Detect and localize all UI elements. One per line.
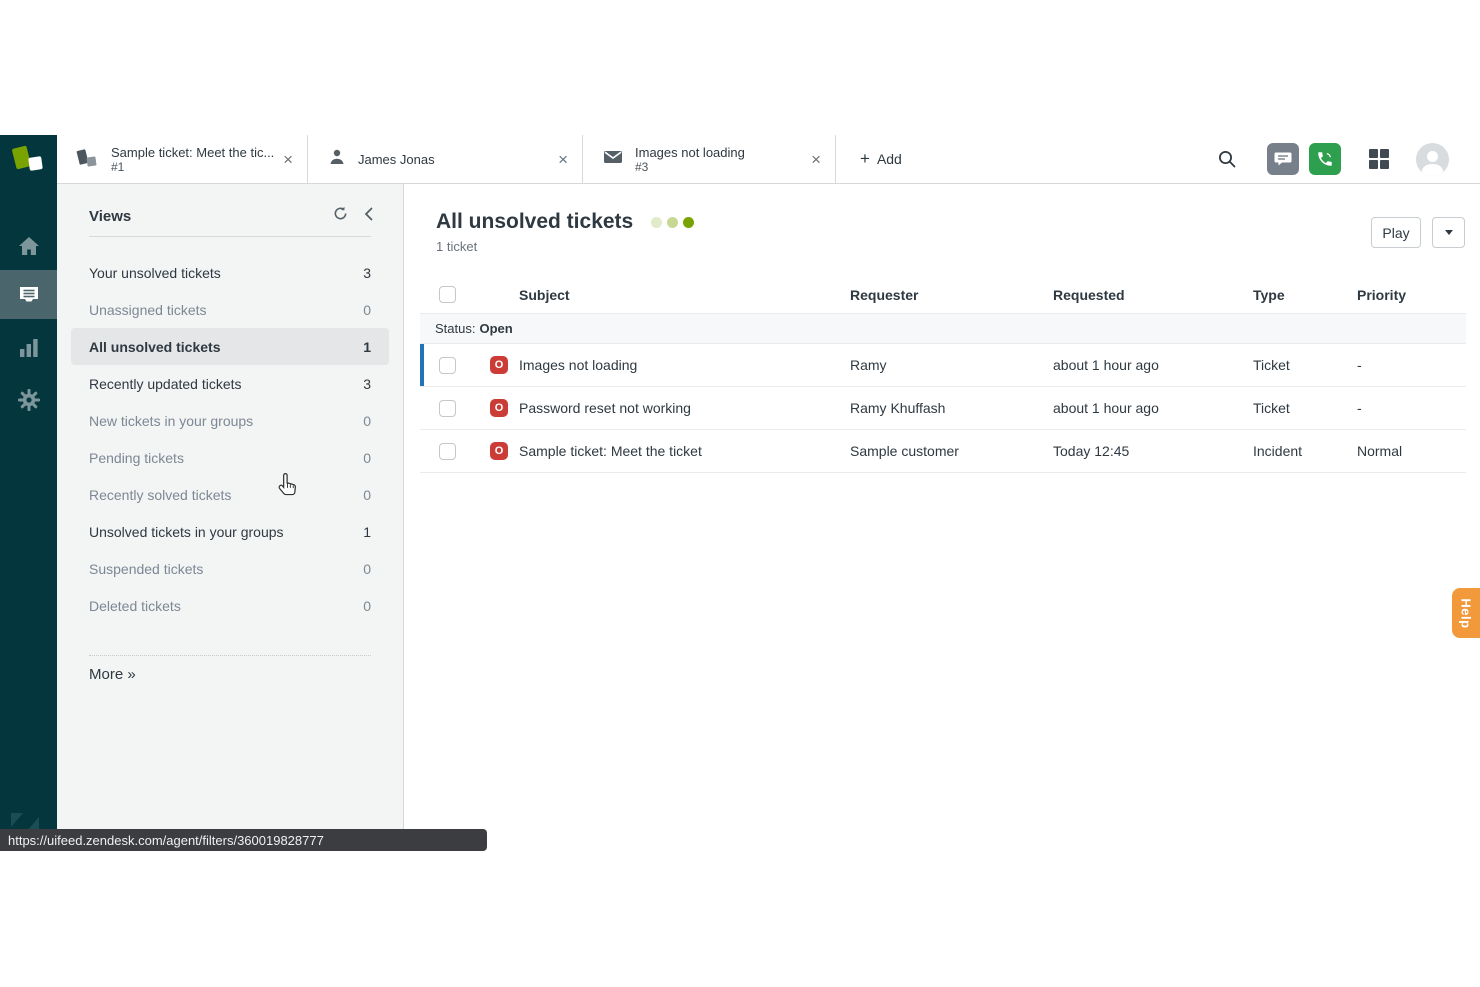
table-row[interactable]: O Images not loading Ramy about 1 hour ag…: [420, 344, 1466, 387]
more-divider: [89, 655, 371, 656]
view-item-pending[interactable]: Pending tickets0: [71, 439, 389, 476]
tab-james-jonas[interactable]: James Jonas ×: [308, 135, 583, 183]
tickets-table: Subject Requester Requested Type Priorit…: [420, 276, 1466, 473]
person-icon: [328, 148, 346, 171]
search-icon[interactable]: [1217, 149, 1237, 169]
view-item-unassigned[interactable]: Unassigned tickets0: [71, 291, 389, 328]
more-views-link[interactable]: More »: [89, 666, 136, 683]
admin-gear-icon[interactable]: [0, 375, 57, 424]
ticket-product-icon: [77, 148, 99, 170]
views-list: Your unsolved tickets3 Unassigned ticket…: [57, 254, 403, 624]
column-header-requester: Requester: [850, 287, 1053, 303]
views-divider: [89, 236, 371, 237]
open-status-badge: O: [490, 442, 508, 460]
row-checkbox[interactable]: [439, 400, 456, 417]
views-panel: Views Your unsolved tickets3 Unassigned …: [57, 184, 404, 851]
ticket-type: Ticket: [1253, 400, 1357, 416]
tab-title: Images not loading: [635, 145, 803, 160]
tab-subtitle: #3: [635, 160, 803, 174]
chat-icon[interactable]: [1267, 143, 1299, 175]
ticket-subject: Images not loading: [519, 357, 637, 373]
reports-icon[interactable]: [0, 323, 57, 372]
top-bar: Sample ticket: Meet the tic... #1 × Jame…: [0, 135, 1480, 184]
tab-title: Sample ticket: Meet the tic...: [111, 145, 275, 160]
product-logo-white-shape: [28, 156, 43, 171]
main-content: All unsolved tickets 1 ticket Play Subje…: [404, 184, 1480, 851]
ticket-requester: Ramy Khuffash: [850, 400, 1053, 416]
view-item-unsolved-in-groups[interactable]: Unsolved tickets in your groups1: [71, 513, 389, 550]
ticket-requester: Ramy: [850, 357, 1053, 373]
close-icon[interactable]: ×: [283, 151, 293, 168]
collapse-chevron-icon[interactable]: [364, 207, 373, 226]
close-icon[interactable]: ×: [811, 151, 821, 168]
table-row[interactable]: O Sample ticket: Meet the ticket Sample c…: [420, 430, 1466, 473]
view-item-recently-updated[interactable]: Recently updated tickets3: [71, 365, 389, 402]
zendesk-agent-app: Sample ticket: Meet the tic... #1 × Jame…: [0, 135, 1480, 851]
ticket-requested: about 1 hour ago: [1053, 400, 1253, 416]
home-icon[interactable]: [0, 221, 57, 270]
views-panel-title: Views: [89, 208, 317, 225]
plus-icon: +: [860, 149, 870, 169]
envelope-icon: [603, 149, 623, 170]
open-status-badge: O: [490, 356, 508, 374]
apps-grid-icon[interactable]: [1369, 149, 1389, 169]
row-checkbox[interactable]: [439, 357, 456, 374]
tab-strip: Sample ticket: Meet the tic... #1 × Jame…: [57, 135, 836, 183]
table-header-row: Subject Requester Requested Type Priorit…: [420, 276, 1466, 313]
product-logo[interactable]: [0, 135, 57, 184]
view-item-deleted[interactable]: Deleted tickets0: [71, 587, 389, 624]
phone-icon[interactable]: [1309, 143, 1341, 175]
left-nav-rail: [0, 184, 57, 851]
help-widget-tab[interactable]: Help: [1452, 588, 1480, 638]
open-status-badge: O: [490, 399, 508, 417]
view-item-all-unsolved[interactable]: All unsolved tickets1: [71, 328, 389, 365]
tab-sample-ticket[interactable]: Sample ticket: Meet the tic... #1 ×: [57, 135, 308, 183]
ticket-requester: Sample customer: [850, 443, 1053, 459]
ticket-priority: Normal: [1357, 443, 1466, 459]
column-header-priority: Priority: [1357, 287, 1466, 303]
ticket-type: Ticket: [1253, 357, 1357, 373]
ticket-subject: Sample ticket: Meet the ticket: [519, 443, 702, 459]
select-all-checkbox[interactable]: [439, 286, 456, 303]
table-row[interactable]: O Password reset not working Ramy Khuffas…: [420, 387, 1466, 430]
ticket-priority: -: [1357, 400, 1466, 416]
ticket-priority: -: [1357, 357, 1466, 373]
status-group-row: Status:Open: [420, 313, 1466, 344]
loading-dots-icon: [651, 217, 699, 228]
add-label: Add: [877, 151, 902, 167]
page-title: All unsolved tickets: [436, 210, 633, 234]
avatar[interactable]: [1416, 143, 1449, 176]
ticket-requested: about 1 hour ago: [1053, 357, 1253, 373]
ticket-count: 1 ticket: [436, 239, 1466, 254]
chevron-down-icon: [1445, 230, 1453, 235]
tab-images-not-loading[interactable]: Images not loading #3 ×: [583, 135, 836, 183]
tab-subtitle: #1: [111, 160, 275, 174]
ticket-subject: Password reset not working: [519, 400, 691, 416]
add-tab-button[interactable]: + Add: [860, 135, 902, 183]
column-header-requested: Requested: [1053, 287, 1253, 303]
tab-title: James Jonas: [358, 152, 550, 167]
link-url-statusbar: https://uifeed.zendesk.com/agent/filters…: [0, 829, 487, 851]
ticket-type: Incident: [1253, 443, 1357, 459]
tickets-icon[interactable]: [0, 270, 57, 319]
play-dropdown-button[interactable]: [1432, 217, 1465, 248]
view-item-suspended[interactable]: Suspended tickets0: [71, 550, 389, 587]
column-header-type: Type: [1253, 287, 1357, 303]
view-item-your-unsolved[interactable]: Your unsolved tickets3: [71, 254, 389, 291]
play-button[interactable]: Play: [1371, 217, 1421, 248]
view-item-new-in-groups[interactable]: New tickets in your groups0: [71, 402, 389, 439]
view-item-recently-solved[interactable]: Recently solved tickets0: [71, 476, 389, 513]
ticket-requested: Today 12:45: [1053, 443, 1253, 459]
top-right-icons: [1217, 135, 1480, 183]
close-icon[interactable]: ×: [558, 151, 568, 168]
column-header-subject: Subject: [474, 287, 850, 303]
refresh-icon[interactable]: [333, 206, 348, 226]
row-checkbox[interactable]: [439, 443, 456, 460]
